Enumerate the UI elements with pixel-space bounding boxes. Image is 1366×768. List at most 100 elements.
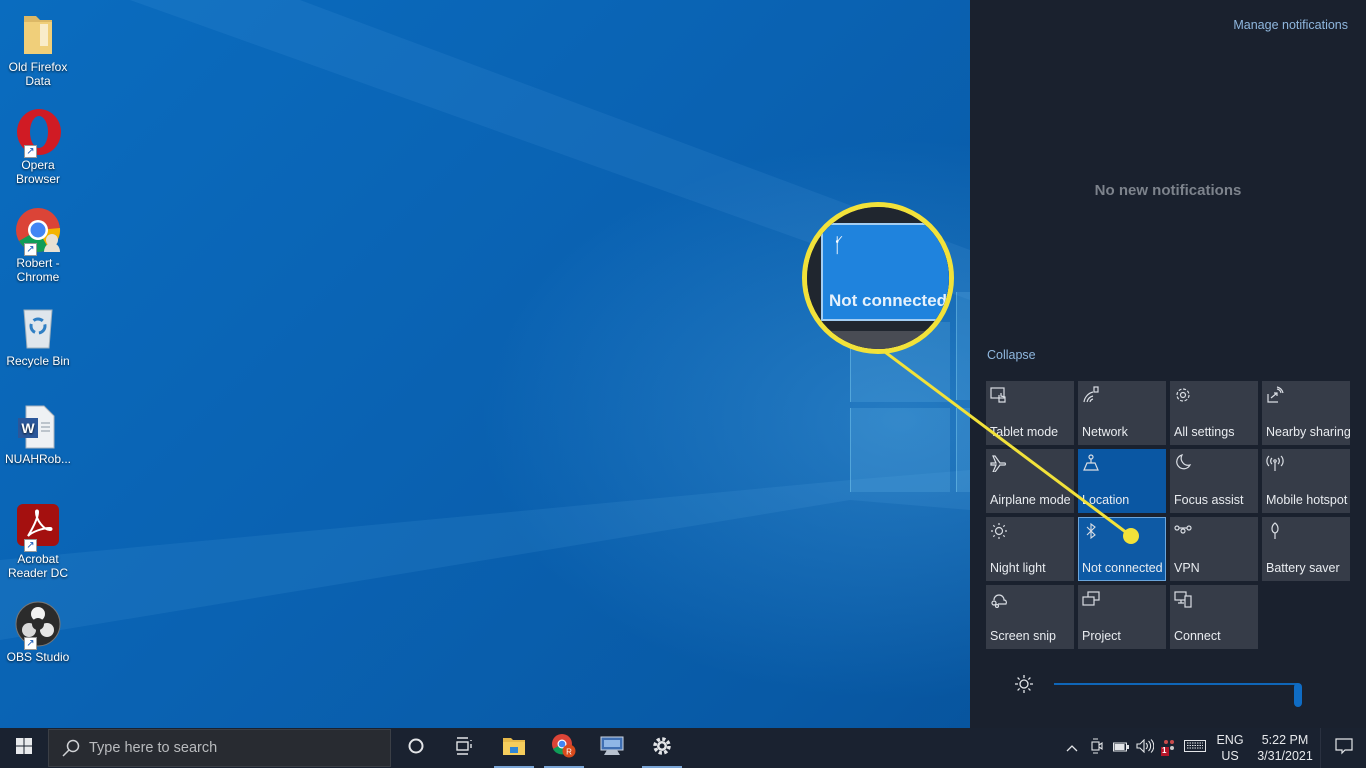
quick-action-screen-snip[interactable]: Screen snip	[986, 585, 1074, 649]
taskbar-chrome-button[interactable]: R	[540, 728, 588, 768]
quick-action-label: Nearby sharing	[1266, 425, 1351, 439]
quick-action-bluetooth[interactable]: Not connected	[1078, 517, 1166, 581]
desktop-icon-label: NUAHRob...	[4, 452, 72, 466]
quick-action-project[interactable]: Project	[1078, 585, 1166, 649]
windows-logo-icon	[16, 737, 32, 759]
moon-icon	[1173, 453, 1193, 473]
remote-desktop-icon	[599, 735, 625, 762]
taskbar-cortana-button[interactable]	[392, 728, 440, 768]
folder-icon	[14, 10, 62, 58]
desktop-icon-old-firefox-data[interactable]: Old Firefox Data	[2, 10, 74, 88]
cortana-circle-icon	[407, 737, 425, 760]
clock-time: 5:22 PM	[1261, 733, 1309, 747]
quick-action-label: Battery saver	[1266, 561, 1340, 575]
magnified-bluetooth-tile: ᚶ Not connected	[821, 223, 949, 321]
quick-action-battery-saver[interactable]: Battery saver	[1262, 517, 1350, 581]
quick-action-focus-assist[interactable]: Focus assist	[1170, 449, 1258, 513]
app-tray-icon: 1	[1160, 739, 1178, 757]
quick-action-nearby-sharing[interactable]: Nearby sharing	[1262, 381, 1351, 445]
tray-app-notification-button[interactable]: 1	[1158, 728, 1180, 768]
desktop-icon-recycle-bin[interactable]: Recycle Bin	[2, 304, 74, 368]
tray-battery-button[interactable]	[1111, 728, 1131, 768]
action-center-panel: Manage notifications No new notification…	[970, 0, 1366, 728]
screen-snip-icon	[989, 589, 1009, 609]
tray-volume-button[interactable]	[1134, 728, 1156, 768]
tray-language-button[interactable]: ENG US	[1212, 728, 1248, 768]
word-document-icon: W	[14, 402, 62, 450]
start-button[interactable]	[0, 728, 48, 768]
quick-action-tablet-mode[interactable]: Tablet mode	[986, 381, 1074, 445]
speaker-volume-icon	[1136, 738, 1155, 758]
empty-tile-slot	[1262, 585, 1350, 649]
quick-action-airplane-mode[interactable]: Airplane mode	[986, 449, 1074, 513]
battery-saver-icon	[1265, 521, 1285, 541]
quick-action-night-light[interactable]: Night light	[986, 517, 1074, 581]
brightness-slider-thumb[interactable]	[1294, 683, 1302, 707]
desktop-icon-acrobat-reader[interactable]: ↗ Acrobat Reader DC	[2, 502, 74, 580]
tray-meet-now-button[interactable]	[1087, 728, 1107, 768]
desktop-icon-label: OBS Studio	[6, 650, 70, 664]
magnified-label: Not connected	[829, 291, 948, 310]
keyboard-icon	[1184, 739, 1206, 757]
notification-speech-bubble-icon	[1334, 737, 1353, 760]
location-icon	[1081, 453, 1101, 473]
desktop-icon-label: Robert - Chrome	[16, 256, 60, 284]
action-center-button[interactable]	[1320, 728, 1366, 768]
desktop-icon-obs-studio[interactable]: ↗ OBS Studio	[2, 600, 74, 664]
battery-icon	[1113, 739, 1129, 757]
recycle-bin-icon	[14, 304, 62, 352]
hotspot-icon	[1265, 453, 1285, 473]
notification-badge-count: 1	[1162, 746, 1167, 755]
quick-action-label: All settings	[1174, 425, 1235, 439]
taskbar-file-explorer-button[interactable]	[490, 728, 538, 768]
gear-icon	[1173, 385, 1193, 405]
quick-action-network[interactable]: Network	[1078, 381, 1166, 445]
quick-action-all-settings[interactable]: All settings	[1170, 381, 1258, 445]
quick-action-location[interactable]: Location	[1078, 449, 1166, 513]
quick-action-label: Not connected	[1082, 561, 1163, 575]
chrome-icon: ↗	[14, 206, 62, 256]
svg-text:R: R	[566, 747, 572, 756]
quick-action-label: Project	[1082, 629, 1121, 643]
manage-notifications-link[interactable]: Manage notifications	[1233, 18, 1348, 32]
quick-action-label: Focus assist	[1174, 493, 1244, 507]
airplane-icon	[989, 453, 1009, 473]
clock-date: 3/31/2021	[1257, 749, 1313, 763]
tray-clock-button[interactable]: 5:22 PM 3/31/2021	[1252, 728, 1318, 768]
brightness-sun-icon	[1014, 674, 1034, 694]
quick-action-mobile-hotspot[interactable]: Mobile hotspot	[1262, 449, 1350, 513]
taskbar: R 1 ENG US 5:22 PM 3/31/2021	[0, 728, 1366, 768]
quick-action-label: Night light	[990, 561, 1046, 575]
quick-actions-grid: Tablet mode Network All settings Nearby …	[986, 381, 1351, 649]
show-hidden-icons-button[interactable]	[1062, 728, 1082, 768]
svg-text:W: W	[21, 420, 35, 436]
obs-icon: ↗	[14, 600, 62, 650]
quick-action-connect[interactable]: Connect	[1170, 585, 1258, 649]
tray-touch-keyboard-button[interactable]	[1182, 728, 1208, 768]
desktop-icon-label: Opera Browser	[15, 158, 60, 186]
tablet-mode-icon	[989, 385, 1009, 405]
acrobat-icon: ↗	[14, 502, 62, 552]
taskbar-remote-desktop-button[interactable]	[588, 728, 636, 768]
project-icon	[1081, 589, 1101, 609]
no-notifications-text: No new notifications	[1094, 182, 1242, 199]
bluetooth-icon: ᚶ	[833, 235, 845, 257]
brightness-slider-track[interactable]	[1054, 683, 1302, 707]
quick-action-label: VPN	[1174, 561, 1200, 575]
desktop-icon-opera-browser[interactable]: ↗ Opera Browser	[2, 108, 74, 186]
quick-action-label: Tablet mode	[990, 425, 1059, 439]
collapse-link[interactable]: Collapse	[987, 348, 1036, 362]
taskbar-search-box[interactable]	[48, 729, 391, 767]
desktop-icon-robert-chrome[interactable]: ↗ Robert - Chrome	[2, 206, 74, 284]
quick-action-label: Screen snip	[990, 629, 1057, 643]
quick-action-vpn[interactable]: VPN	[1170, 517, 1258, 581]
shortcut-arrow-icon: ↗	[24, 243, 37, 256]
chevron-up-icon	[1066, 739, 1078, 757]
bluetooth-icon	[1081, 521, 1101, 541]
search-input[interactable]	[89, 740, 369, 756]
desktop-icon-nuahrob-document[interactable]: W NUAHRob...	[2, 402, 74, 466]
taskbar-settings-button[interactable]	[638, 728, 686, 768]
language-region: US	[1221, 749, 1239, 763]
taskbar-task-view-button[interactable]	[440, 728, 488, 768]
webcam-icon	[1090, 737, 1104, 759]
